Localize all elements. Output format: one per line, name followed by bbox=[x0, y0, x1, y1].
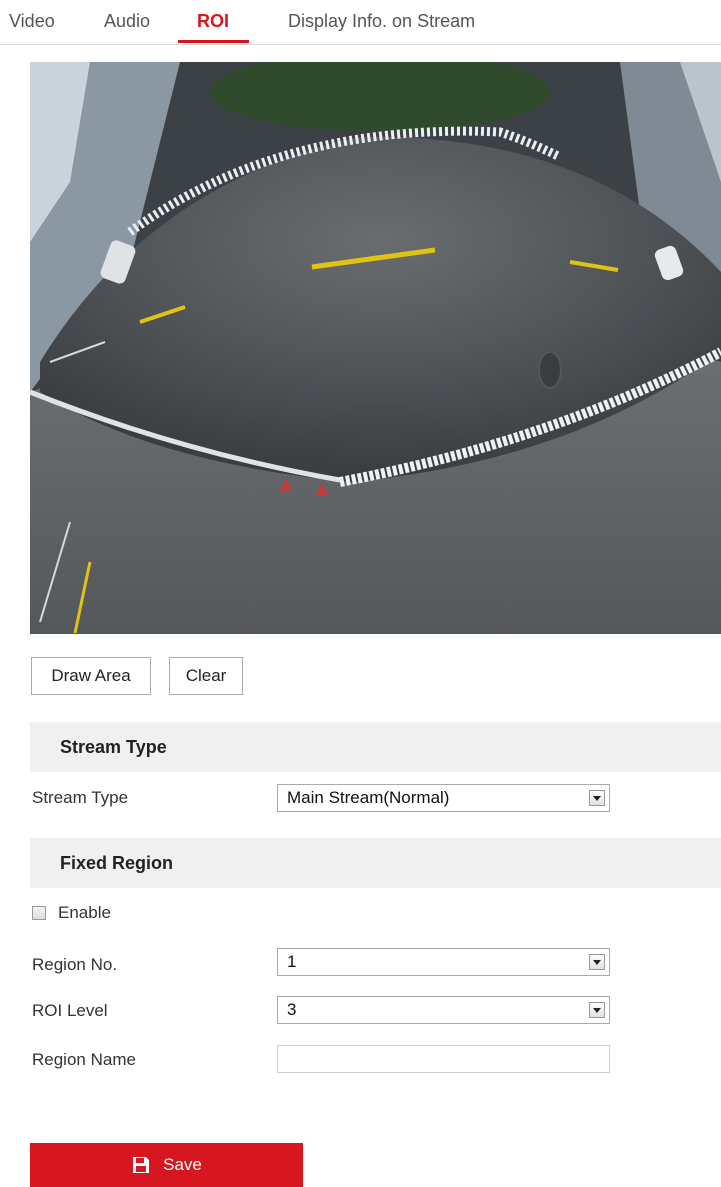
save-label: Save bbox=[163, 1155, 202, 1174]
video-preview[interactable] bbox=[30, 62, 721, 634]
enable-label: Enable bbox=[58, 903, 111, 922]
select-value: 1 bbox=[287, 952, 297, 971]
tab-roi[interactable]: ROI bbox=[197, 11, 229, 32]
roi-level-select[interactable]: 3 bbox=[277, 996, 610, 1024]
chevron-down-icon[interactable] bbox=[589, 1002, 605, 1018]
enable-checkbox[interactable] bbox=[32, 906, 46, 920]
stream-type-label: Stream Type bbox=[32, 788, 129, 807]
fisheye-camera-image bbox=[30, 62, 721, 633]
tab-audio[interactable]: Audio bbox=[104, 11, 150, 32]
tab-display-info[interactable]: Display Info. on Stream bbox=[288, 11, 475, 32]
stream-type-select[interactable]: Main Stream(Normal) bbox=[277, 784, 610, 812]
region-no-label: Region No. bbox=[32, 955, 118, 974]
chevron-down-icon[interactable] bbox=[589, 790, 605, 806]
select-value: 3 bbox=[287, 1000, 297, 1019]
section-title: Fixed Region bbox=[60, 852, 174, 873]
roi-level-label: ROI Level bbox=[32, 1001, 108, 1020]
region-no-select[interactable]: 1 bbox=[277, 948, 610, 976]
floppy-disk-icon bbox=[133, 1157, 150, 1173]
save-button[interactable]: Save bbox=[30, 1143, 303, 1187]
draw-area-button[interactable]: Draw Area bbox=[31, 657, 151, 695]
tab-video[interactable]: Video bbox=[9, 11, 55, 32]
tab-bar: Video Audio ROI Display Info. on Stream bbox=[0, 0, 721, 45]
region-name-label: Region Name bbox=[32, 1050, 136, 1069]
stream-type-section-header: Stream Type bbox=[30, 722, 721, 772]
section-title: Stream Type bbox=[60, 736, 167, 757]
clear-button[interactable]: Clear bbox=[169, 657, 243, 695]
active-tab-indicator bbox=[178, 40, 249, 43]
fixed-region-section-header: Fixed Region bbox=[30, 838, 721, 888]
select-value: Main Stream(Normal) bbox=[287, 788, 450, 807]
chevron-down-icon[interactable] bbox=[589, 954, 605, 970]
region-name-input[interactable] bbox=[277, 1045, 610, 1073]
